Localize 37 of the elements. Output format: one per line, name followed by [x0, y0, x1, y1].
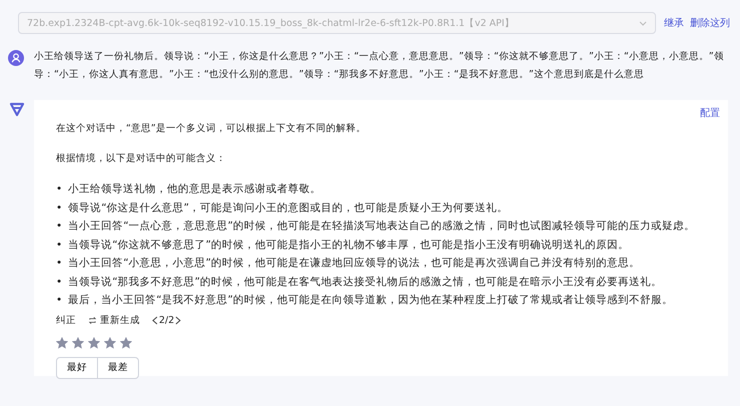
rank-button[interactable]: 最好 — [56, 356, 98, 378]
rank-button[interactable]: 最差 — [98, 356, 139, 378]
header-link[interactable]: 继承 — [664, 16, 684, 30]
answer-paragraph: 根据情境，以下是对话中的可能含义： — [56, 152, 227, 166]
bullet-marker: • — [56, 200, 62, 216]
config-link[interactable]: 配置 — [700, 106, 720, 120]
chevron-down-icon — [639, 20, 647, 26]
answer-bullet: 最后，当小王回答“是我不好意思”的时候，他可能是在向领导道歉，因为他在某种程度上打破了常规或者让领导感到不舒服。 — [68, 293, 674, 308]
bullet-marker: • — [56, 182, 62, 197]
star-icon[interactable] — [72, 336, 84, 348]
bullet-marker: • — [56, 293, 62, 308]
star-icon[interactable] — [120, 336, 132, 348]
correct-action[interactable]: 纠正 — [56, 314, 76, 326]
repeat-icon — [88, 316, 97, 324]
bullet-marker: • — [56, 274, 62, 290]
user-avatar-icon — [8, 50, 24, 66]
star-icon[interactable] — [56, 336, 68, 348]
bullet-marker: • — [56, 256, 62, 271]
answer-bullet: 当领导说“那我多不好意思”的时候，他可能是在客气地表达接受礼物后的感激之情，也可能是在暗示小王没有必要再送礼。 — [68, 274, 662, 290]
star-icon[interactable] — [104, 336, 116, 348]
star-icon[interactable] — [88, 336, 100, 348]
star-rating[interactable] — [56, 336, 132, 348]
bullet-marker: • — [56, 238, 62, 252]
answer-bullet: 当领导说“你这就不够意思了”的时候，他可能是指小王的礼物不够丰厚，也可能是指小王没有明确说明送礼的原因。 — [68, 238, 630, 252]
answer-bullet: 当小王回答“小意思，小意思”的时候，他可能是在谦虚地回应领导的说法，也可能是再次强调自己并没有特别的意思。 — [68, 256, 640, 271]
question-text: 小王给领导送了一份礼物后。领导说：“小王，你这是什么意思？”小王：“一点心意，意思意思。”领导：“你这就不够意思了。”小王：“小意思，小意思。”领导：“小王，你这人真有意思。”小王：“也没什么别的意思。”领导：“那我多不好意思。”小王：“是我不好意思。”这个意思到底是什么意思 — [34, 50, 725, 82]
answer-bullet: 小王给领导送礼物，他的意思是表示感谢或者尊敬。 — [68, 182, 322, 197]
answer-paragraph: 在这个对话中，“意思”是一个多义词，可以根据上下文有不同的解释。 — [56, 122, 367, 136]
answer-bullet: 领导说“你这是什么意思”，可能是询问小王的意图或目的，也可能是质疑小王为何要送礼。 — [68, 200, 508, 216]
bullet-marker: • — [56, 219, 62, 234]
previous-icon[interactable] — [152, 316, 158, 324]
regenerate-action[interactable]: 重新生成 — [88, 314, 140, 326]
page-counter: 2/2 — [159, 314, 174, 326]
answer-bullet: 当小王回答“一点心意，意思意思”的时候，他可能是在轻描淡写地表达自己的感激之情，同时也试图减轻领导可能的压力或疑虑。 — [68, 219, 696, 234]
assistant-logo-icon — [8, 100, 26, 118]
next-icon[interactable] — [175, 316, 182, 324]
header-link[interactable]: 删除这列 — [690, 16, 730, 30]
